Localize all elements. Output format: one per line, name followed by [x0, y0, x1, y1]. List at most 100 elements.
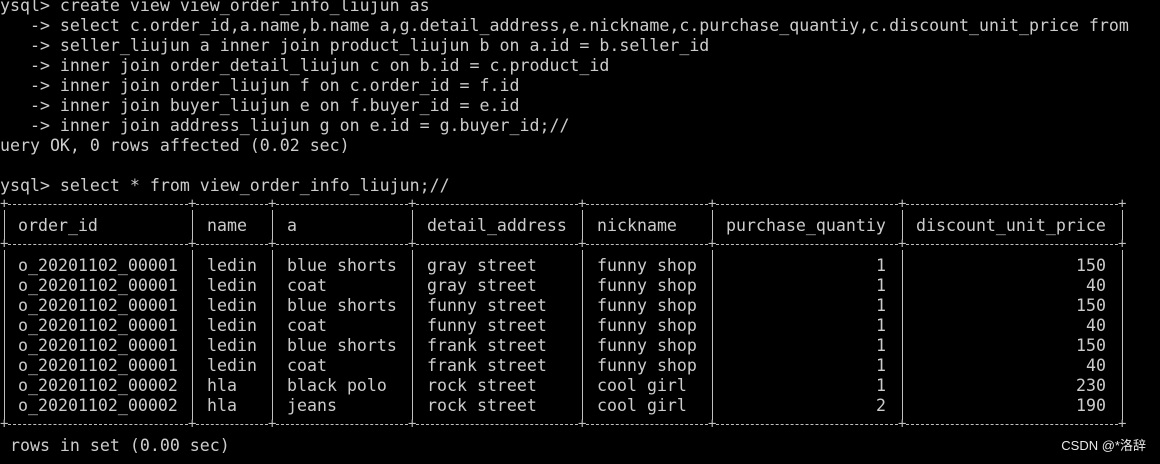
table-corner: + [708, 416, 717, 432]
table-border [716, 424, 898, 425]
table-cell: funny street [427, 296, 547, 315]
table-cell: gray street [427, 256, 537, 275]
table-cell: funny shop [597, 336, 697, 355]
table-corner: + [188, 236, 197, 252]
table-border [196, 244, 268, 245]
table-border [8, 424, 188, 425]
table-border [276, 204, 408, 205]
table-cell: o_20201102_00001 [18, 336, 178, 355]
table-corner: + [578, 196, 587, 212]
table-cell: 1 [876, 256, 886, 275]
table-cell: ledin [207, 336, 257, 355]
table-border [586, 204, 708, 205]
table-cell: frank street [427, 356, 547, 375]
table-corner: + [1118, 416, 1127, 432]
table-cell: cool girl [597, 376, 687, 395]
table-cell: 2 [876, 396, 886, 415]
table-border [8, 244, 188, 245]
table-border [906, 204, 1118, 205]
table-cell: hla [207, 376, 237, 395]
table-cell: o_20201102_00002 [18, 376, 178, 395]
table-corner: + [408, 236, 417, 252]
table-corner: + [408, 196, 417, 212]
column-header: detail_address [427, 216, 567, 235]
column-header: purchase_quantiy [726, 216, 886, 235]
table-cell: ledin [207, 256, 257, 275]
table-cell: ledin [207, 296, 257, 315]
table-corner: + [898, 416, 907, 432]
table-cell: coat [287, 356, 327, 375]
table-border [416, 204, 578, 205]
table-cell: o_20201102_00001 [18, 296, 178, 315]
terminal-line: -> seller_liujun a inner join product_li… [0, 36, 710, 55]
table-border [416, 424, 578, 425]
table-corner: + [268, 196, 277, 212]
table-cell: blue shorts [287, 256, 397, 275]
result-footer: 8 rows in set (0.00 sec) [0, 436, 230, 455]
terminal-line: -> select c.order_id,a.name,b.name a,g.d… [0, 16, 1129, 35]
table-border [586, 424, 708, 425]
table-cell: 1 [876, 336, 886, 355]
table-cell: 150 [1076, 256, 1106, 275]
table-cell: rock street [427, 376, 537, 395]
column-separator [192, 250, 193, 420]
table-cell: blue shorts [287, 336, 397, 355]
table-corner: + [0, 236, 9, 252]
column-separator [4, 250, 5, 420]
table-border [416, 244, 578, 245]
table-cell: o_20201102_00001 [18, 256, 178, 275]
table-cell: 230 [1076, 376, 1106, 395]
table-corner: + [578, 236, 587, 252]
terminal-line: Query OK, 0 rows affected (0.02 sec) [0, 136, 350, 155]
table-cell: cool girl [597, 396, 687, 415]
column-separator [272, 250, 273, 420]
table-cell: 1 [876, 376, 886, 395]
table-cell: 1 [876, 276, 886, 295]
table-border [276, 424, 408, 425]
table-cell: 40 [1086, 276, 1106, 295]
table-border [716, 204, 898, 205]
table-cell: funny shop [597, 316, 697, 335]
table-corner: + [188, 196, 197, 212]
terminal-window[interactable]: mysql> create view view_order_info_liuju… [0, 0, 1160, 464]
table-cell: ledin [207, 276, 257, 295]
table-corner: + [1118, 236, 1127, 252]
table-border [196, 424, 268, 425]
terminal-line: -> inner join buyer_liujun e on f.buyer_… [0, 96, 520, 115]
table-corner: + [898, 196, 907, 212]
column-separator [902, 250, 903, 420]
table-border [8, 204, 188, 205]
table-corner: + [268, 236, 277, 252]
table-corner: + [0, 196, 9, 212]
table-cell: 40 [1086, 316, 1106, 335]
table-cell: o_20201102_00001 [18, 356, 178, 375]
column-header: order_id [18, 216, 98, 235]
table-cell: hla [207, 396, 237, 415]
table-corner: + [578, 416, 587, 432]
table-corner: + [0, 416, 9, 432]
table-cell: o_20201102_00002 [18, 396, 178, 415]
table-border [716, 244, 898, 245]
table-corner: + [708, 196, 717, 212]
table-cell: funny shop [597, 356, 697, 375]
column-separator [712, 250, 713, 420]
terminal-line: -> inner join order_liujun f on c.order_… [0, 76, 520, 95]
table-cell: jeans [287, 396, 337, 415]
table-cell: blue shorts [287, 296, 397, 315]
terminal-line: mysql> create view view_order_info_liuju… [0, 0, 430, 15]
column-header: nickname [597, 216, 677, 235]
table-corner: + [268, 416, 277, 432]
table-cell: 150 [1076, 296, 1106, 315]
table-corner: + [408, 416, 417, 432]
table-border [906, 244, 1118, 245]
terminal-line: -> inner join address_liujun g on e.id =… [0, 116, 570, 135]
table-cell: ledin [207, 356, 257, 375]
terminal-line: mysql> select * from view_order_info_liu… [0, 176, 450, 195]
table-border [906, 424, 1118, 425]
table-cell: o_20201102_00001 [18, 276, 178, 295]
table-cell: funny street [427, 316, 547, 335]
table-cell: coat [287, 316, 327, 335]
column-separator [1122, 250, 1123, 420]
table-cell: 1 [876, 296, 886, 315]
table-cell: funny shop [597, 296, 697, 315]
